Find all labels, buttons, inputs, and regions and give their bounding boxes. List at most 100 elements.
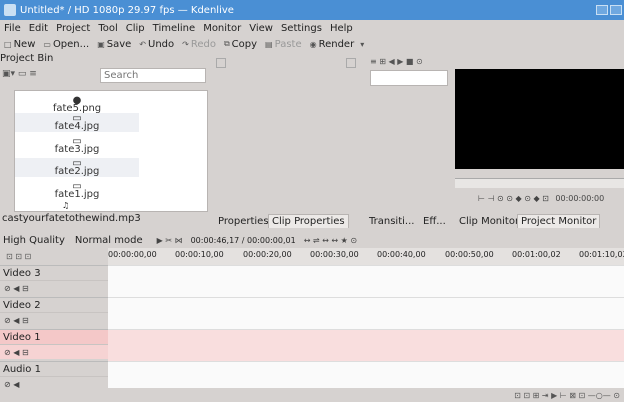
save-button[interactable]: ▣ Save bbox=[97, 39, 131, 50]
list-item[interactable]: ▭ fate1.jpg bbox=[15, 181, 139, 200]
track-name[interactable]: Video 3 bbox=[0, 265, 108, 280]
clip-properties-panel bbox=[212, 56, 362, 212]
monitor-controls: ⊢ ⊣ ⊙ ⊙ ◆ ⊙ ◆ ⊡ 00:00:00:00 bbox=[478, 194, 604, 203]
title-bar: Untitled* / HD 1080p 29.97 fps — Kdenliv… bbox=[0, 0, 624, 20]
copy-label: Copy bbox=[231, 38, 258, 50]
video-monitor bbox=[455, 69, 624, 169]
image-thumbnail-icon: ▭ bbox=[72, 181, 82, 192]
tab-effects[interactable]: Eff... bbox=[420, 214, 449, 228]
bin-list: ● fate5.png ▭ fate4.jpg ▭ fate3.jpg ▭ fa… bbox=[14, 90, 208, 212]
ruler-label: 00:00:50,00 bbox=[445, 250, 494, 259]
panel-icon bbox=[216, 58, 226, 68]
tab-clip-properties[interactable]: Clip Properties bbox=[268, 214, 349, 228]
track-controls-icon[interactable]: ⊘ ◀ ⊟ bbox=[0, 280, 108, 295]
ruler-left-icons[interactable]: ⊡ ⊡ ⊡ bbox=[6, 252, 31, 261]
panel-icon[interactable] bbox=[346, 58, 356, 68]
paste-button[interactable]: ▤ Paste bbox=[265, 39, 302, 50]
list-item[interactable]: ▭ fate4.jpg bbox=[15, 113, 139, 132]
paste-icon: ▤ bbox=[265, 39, 273, 49]
list-item[interactable]: ● fate5.png bbox=[15, 95, 139, 114]
menu-view[interactable]: View bbox=[249, 23, 273, 34]
timeline-position: 00:00:46,17 / 00:00:00,01 bbox=[190, 235, 296, 245]
tab-transitions[interactable]: Transiti... bbox=[366, 214, 417, 228]
transition-search-input[interactable] bbox=[370, 70, 448, 86]
tab-project-monitor[interactable]: Project Monitor bbox=[517, 214, 601, 228]
menu-help[interactable]: Help bbox=[330, 23, 353, 34]
timeline-tools-icon[interactable]: ↔ ⇌ ↔ ↔ ★ ⊙ bbox=[304, 236, 357, 245]
track-lane[interactable] bbox=[108, 297, 624, 329]
playback-controls-icon[interactable]: ⊢ ⊣ ⊙ ⊙ ◆ ⊙ ◆ ⊡ bbox=[478, 194, 549, 203]
menu-project[interactable]: Project bbox=[56, 23, 90, 34]
save-icon: ▣ bbox=[97, 39, 105, 49]
audio-clip-name[interactable]: castyourfatetothewind.mp3 bbox=[2, 213, 141, 224]
menu-tool[interactable]: Tool bbox=[98, 23, 117, 34]
main-toolbar: □ New ▭ Open... ▣ Save ↶ Undo ↷ Redo ⧉ Copy ▤ P… bbox=[0, 36, 624, 52]
list-item[interactable]: ▭ fate2.jpg bbox=[15, 158, 139, 177]
transition-icons[interactable]: ≡ ⊞ ◀ ▶ ■ ⊙ bbox=[370, 57, 423, 66]
clip-name: fate3.jpg bbox=[54, 144, 100, 155]
monitor-ruler[interactable] bbox=[455, 178, 624, 188]
quality-select[interactable]: High Quality bbox=[3, 235, 65, 246]
ruler-label: 00:00:00,00 bbox=[108, 250, 157, 259]
render-label: Render bbox=[318, 38, 355, 50]
monitor-timecode[interactable]: 00:00:00:00 bbox=[555, 194, 604, 203]
list-item[interactable]: ▭ fate3.jpg bbox=[15, 136, 139, 155]
render-icon: ◉ bbox=[309, 39, 317, 49]
search-input[interactable] bbox=[100, 68, 206, 83]
folder-icon[interactable]: ▭ bbox=[18, 69, 27, 79]
mode-select[interactable]: Normal mode bbox=[75, 235, 143, 246]
redo-icon: ↷ bbox=[182, 39, 189, 49]
menu-bar: File Edit Project Tool Clip Timeline Mon… bbox=[0, 20, 624, 36]
open-button[interactable]: ▭ Open... bbox=[43, 39, 89, 50]
ruler-label: 00:00:10,00 bbox=[175, 250, 224, 259]
copy-button[interactable]: ⧉ Copy bbox=[224, 39, 257, 50]
ruler-label: 00:01:00,02 bbox=[512, 250, 561, 259]
zoom-controls-icon[interactable]: ⊡ ⊡ ⊞ ⇥ ▶ ⊢ ⊠ ⊡ —○— ⊙ bbox=[514, 391, 620, 400]
redo-button[interactable]: ↷ Redo bbox=[182, 39, 216, 50]
undo-label: Undo bbox=[148, 38, 175, 50]
menu-settings[interactable]: Settings bbox=[281, 23, 322, 34]
menu-edit[interactable]: Edit bbox=[29, 23, 48, 34]
new-label: New bbox=[13, 38, 36, 50]
menu-monitor[interactable]: Monitor bbox=[203, 23, 241, 34]
menu-clip[interactable]: Clip bbox=[126, 23, 145, 34]
clip-name: fate1.jpg bbox=[54, 189, 100, 200]
ruler-label: 00:01:10,02 bbox=[579, 250, 624, 259]
track-video-2: Video 2 ⊘ ◀ ⊟ bbox=[0, 297, 108, 327]
view-mode-icon[interactable]: ▣▾ bbox=[2, 69, 15, 79]
track-lane[interactable] bbox=[108, 361, 624, 388]
app-icon bbox=[4, 4, 16, 16]
bin-toolbar: ▣▾ ▭ ≡ bbox=[2, 69, 37, 79]
transition-toolbar: ≡ ⊞ ◀ ▶ ■ ⊙ bbox=[370, 57, 423, 66]
window-title: Untitled* / HD 1080p 29.97 fps — Kdenliv… bbox=[20, 4, 234, 16]
undo-button[interactable]: ↶ Undo bbox=[139, 39, 174, 50]
open-icon: ▭ bbox=[43, 39, 51, 49]
image-thumbnail-icon: ▭ bbox=[72, 158, 82, 169]
minimize-button[interactable] bbox=[596, 5, 608, 15]
edit-tools-icon[interactable]: ▶ ✂ ⋈ bbox=[157, 236, 183, 245]
track-lane[interactable] bbox=[108, 329, 624, 361]
menu-lines-icon[interactable]: ≡ bbox=[29, 69, 37, 79]
menu-file[interactable]: File bbox=[4, 23, 21, 34]
menu-timeline[interactable]: Timeline bbox=[153, 23, 196, 34]
track-name[interactable]: Audio 1 bbox=[0, 361, 108, 376]
track-name[interactable]: Video 2 bbox=[0, 297, 108, 312]
tab-clip-monitor[interactable]: Clip Monitor bbox=[456, 214, 522, 228]
new-icon: □ bbox=[4, 39, 12, 49]
ruler-label: 00:00:20,00 bbox=[243, 250, 292, 259]
undo-icon: ↶ bbox=[139, 39, 146, 49]
track-lane[interactable] bbox=[108, 265, 624, 297]
tab-properties[interactable]: Properties bbox=[215, 214, 272, 228]
paste-label: Paste bbox=[274, 38, 302, 50]
maximize-button[interactable] bbox=[610, 5, 622, 15]
track-controls-icon[interactable]: ⊘ ◀ ⊟ bbox=[0, 312, 108, 327]
ruler-label: 00:00:30,00 bbox=[310, 250, 359, 259]
new-button[interactable]: □ New bbox=[4, 39, 35, 50]
track-video-3: Video 3 ⊘ ◀ ⊟ bbox=[0, 265, 108, 295]
clip-name: fate2.jpg bbox=[54, 166, 100, 177]
render-button[interactable]: ◉ Render ▾ bbox=[310, 39, 367, 50]
image-thumbnail-icon: ▭ bbox=[72, 136, 82, 147]
track-name[interactable]: Video 1 bbox=[0, 329, 108, 344]
save-label: Save bbox=[106, 38, 132, 50]
track-controls-icon[interactable]: ⊘ ◀ ⊟ bbox=[0, 344, 108, 359]
